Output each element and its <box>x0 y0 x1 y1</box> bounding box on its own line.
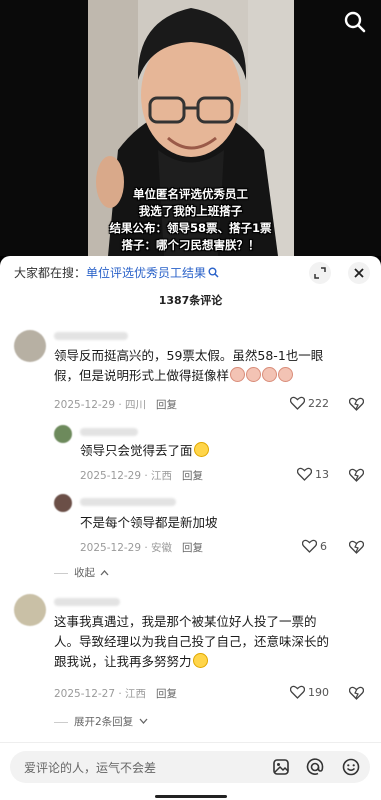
like-count: 6 <box>320 539 327 553</box>
emoji-icon[interactable] <box>342 758 360 776</box>
avatar[interactable] <box>54 425 72 443</box>
video-caption-line: 结果公布：领导58票、搭子1票 <box>109 221 272 235</box>
comment-input-bar: 爱评论的人，运气不会差 <box>0 742 381 800</box>
like-button[interactable]: 190 <box>290 685 329 699</box>
like-count: 13 <box>315 467 329 481</box>
hot-search-row[interactable]: 大家都在搜：单位评选优秀员工结果 <box>14 264 219 281</box>
collapse-replies[interactable]: 收起 <box>54 565 109 580</box>
comment-text-line: 假，但是说明形式上做得挺像样 <box>54 368 230 383</box>
comment-location: 江西 <box>125 688 147 700</box>
chevron-up-icon <box>100 570 109 576</box>
emoji-icon <box>192 653 208 668</box>
dislike-button[interactable] <box>348 539 365 558</box>
like-count: 222 <box>308 396 329 410</box>
dislike-icon <box>348 540 365 554</box>
fold-divider <box>54 572 68 574</box>
like-button[interactable]: 6 <box>302 539 327 553</box>
search-icon <box>208 267 219 278</box>
reply-button[interactable]: 回复 <box>156 688 177 700</box>
like-button[interactable]: 13 <box>297 467 329 481</box>
reply-button[interactable]: 回复 <box>182 470 203 482</box>
avatar[interactable] <box>14 594 46 626</box>
comment-text: 这事我真遇过，我是那个被某位好人投了一票的 人。导致经理以为我自己投了自己，还意… <box>54 612 329 672</box>
comment-date: 2025-12-29 <box>80 470 142 482</box>
comment-text-line: 不是每个领导都是新加坡 <box>80 515 218 530</box>
avatar[interactable] <box>54 494 72 512</box>
video-caption-line: 搭子：哪个刁民想害朕？！ <box>121 238 260 252</box>
like-count: 190 <box>308 685 329 699</box>
fold-divider <box>54 721 68 723</box>
comment-text: 不是每个领导都是新加坡 <box>80 513 218 533</box>
dislike-icon <box>348 686 365 700</box>
image-icon[interactable] <box>272 758 290 776</box>
comment-text: 领导只会觉得丢了面 <box>80 441 209 461</box>
comment-meta: 2025-12-27 · 江西 回复 <box>54 688 178 700</box>
username[interactable] <box>54 598 120 606</box>
expand-icon <box>314 267 326 279</box>
comment-meta: 2025-12-29 · 四川 回复 <box>54 399 178 411</box>
comment-location: 江西 <box>151 470 173 482</box>
comment-location: 四川 <box>125 399 147 411</box>
emoji-icon <box>230 367 246 382</box>
comment-date: 2025-12-29 <box>80 542 142 554</box>
comment-text-line: 跟我说，让我再多努努力 <box>54 654 192 669</box>
comment-input[interactable]: 爱评论的人，运气不会差 <box>10 751 370 783</box>
home-indicator <box>155 795 227 798</box>
close-icon <box>354 268 364 278</box>
comment-text-line-wrap: 假，但是说明形式上做得挺像样 <box>54 366 323 386</box>
comment-location: 安徽 <box>151 542 173 554</box>
username[interactable] <box>54 332 128 340</box>
comment-sheet: 大家都在搜：单位评选优秀员工结果 1387条评论 领导反而挺高兴的，59票太假。… <box>0 256 381 800</box>
expand-replies[interactable]: 展开2条回复 <box>54 714 148 729</box>
comment-date: 2025-12-29 <box>54 399 116 411</box>
heart-icon <box>297 467 312 481</box>
username[interactable] <box>80 498 176 506</box>
like-button[interactable]: 222 <box>290 396 329 410</box>
comment-date: 2025-12-27 <box>54 688 116 700</box>
video-player[interactable]: 单位匿名评选优秀员工 我选了我的上班搭子 结果公布：领导58票、搭子1票 搭子：… <box>0 0 381 256</box>
comment-text-line-wrap: 跟我说，让我再多努努力 <box>54 652 329 672</box>
avatar[interactable] <box>14 330 46 362</box>
heart-icon <box>290 685 305 699</box>
emoji-icon <box>262 367 278 382</box>
dislike-button[interactable] <box>348 396 365 415</box>
comment-text: 领导反而挺高兴的，59票太假。虽然58-1也一眼 假，但是说明形式上做得挺像样 <box>54 346 323 386</box>
emoji-icon <box>193 442 209 457</box>
comment-count: 1387条评论 <box>158 294 223 307</box>
emoji-icon <box>278 367 294 382</box>
heart-icon <box>290 396 305 410</box>
comment-text-line: 领导反而挺高兴的，59票太假。虽然58-1也一眼 <box>54 348 324 363</box>
comment-text-line: 这事我真遇过，我是那个被某位好人投了一票的 <box>54 614 317 629</box>
heart-icon <box>302 539 317 553</box>
at-icon[interactable] <box>306 758 324 776</box>
emoji-icon <box>246 367 262 382</box>
comment-meta: 2025-12-29 · 安徽 回复 <box>80 542 204 554</box>
comment-text-line: 领导只会觉得丢了面 <box>80 443 193 458</box>
collapse-label: 收起 <box>74 567 95 579</box>
comment-meta: 2025-12-29 · 江西 回复 <box>80 470 204 482</box>
reply-button[interactable]: 回复 <box>156 399 177 411</box>
dislike-icon <box>348 397 365 411</box>
dislike-button[interactable] <box>348 467 365 486</box>
username[interactable] <box>80 428 138 436</box>
video-caption-line: 单位匿名评选优秀员工 <box>133 187 248 201</box>
comment-text-line: 人。导致经理以为我自己投了自己，还意味深长的 <box>54 634 330 649</box>
hot-search-prefix: 大家都在搜： <box>14 266 87 280</box>
reply-button[interactable]: 回复 <box>182 542 203 554</box>
search-button[interactable] <box>343 10 367 34</box>
expand-replies-label: 展开2条回复 <box>74 716 134 728</box>
dislike-icon <box>348 468 365 482</box>
chevron-down-icon <box>139 718 148 724</box>
dislike-button[interactable] <box>348 685 365 704</box>
expand-button[interactable] <box>309 262 331 284</box>
video-caption-line: 我选了我的上班搭子 <box>138 204 243 218</box>
comment-input-placeholder: 爱评论的人，运气不会差 <box>24 761 157 775</box>
search-icon <box>344 11 366 33</box>
close-button[interactable] <box>348 262 370 284</box>
hot-search-link[interactable]: 单位评选优秀员工结果 <box>86 266 206 280</box>
